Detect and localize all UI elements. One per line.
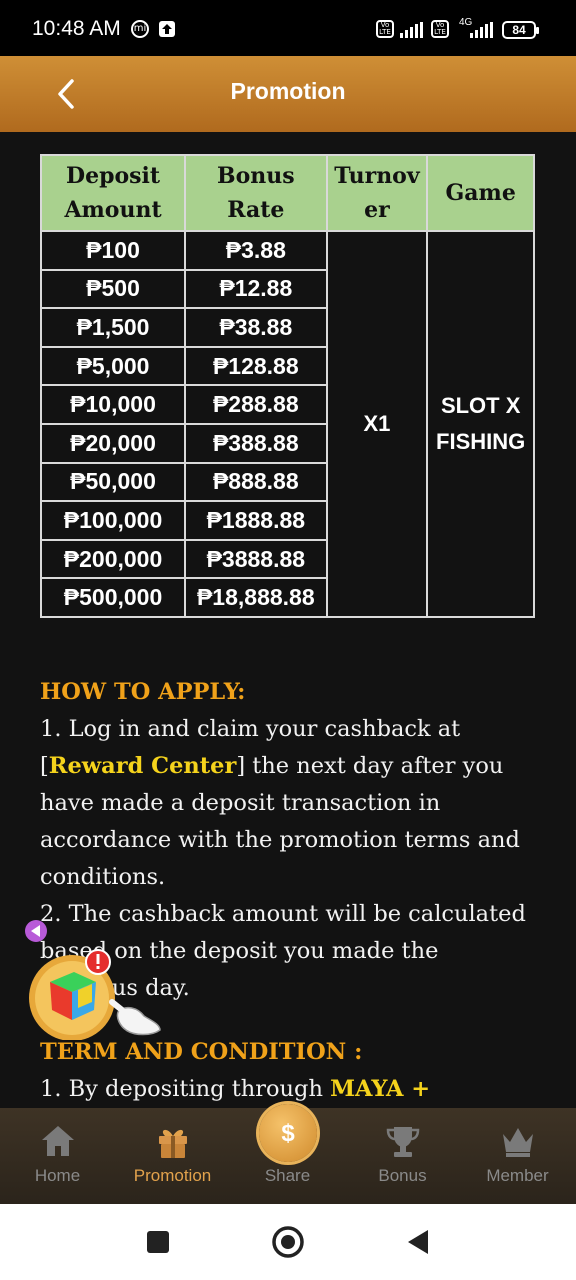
deposit-cell: ₱50,000 <box>39 461 187 503</box>
nav-member-label: Member <box>486 1166 549 1185</box>
nav-member[interactable]: Member <box>460 1108 575 1204</box>
nav-share-label: Share <box>264 1166 311 1185</box>
home-icon <box>42 1126 74 1156</box>
volte-icon-2: Vo LTE <box>431 20 449 38</box>
crown-icon <box>503 1128 533 1157</box>
deposit-cell: ₱200,000 <box>39 538 187 580</box>
bonus-cell: ₱38.88 <box>184 307 328 348</box>
header-game: Game <box>426 154 535 232</box>
bonus-cell: ₱1888.88 <box>184 500 328 541</box>
nav-bonus-label: Bonus <box>378 1166 427 1185</box>
deposit-cell: ₱500 <box>39 268 187 310</box>
nav-promotion-label: Promotion <box>133 1166 212 1185</box>
header-bonus-rate: Bonus Rate <box>184 154 328 232</box>
header-deposit-amount: Deposit Amount <box>39 154 187 232</box>
nav-home[interactable]: Home <box>0 1108 115 1204</box>
page-title: Promotion <box>230 78 346 104</box>
table-header-row: Deposit Amount Bonus Rate Turnov er Game <box>39 154 535 232</box>
bonus-cell: ₱388.88 <box>184 422 328 464</box>
deposit-cell: ₱20,000 <box>39 422 187 464</box>
nav-home-label: Home <box>34 1166 81 1185</box>
how-to-apply-heading: HOW TO APPLY: <box>40 679 246 705</box>
recents-button[interactable] <box>147 1231 169 1253</box>
reward-center-link[interactable]: Reward Center <box>49 753 237 779</box>
volte-icon: Vo LTE <box>376 20 394 38</box>
app-header: Promotion <box>0 56 576 132</box>
battery-icon: 84 <box>502 21 539 39</box>
system-navigation-bar <box>0 1204 576 1280</box>
status-time: 10:48 AM <box>32 17 121 40</box>
turnover-cell: X1 <box>325 230 429 618</box>
deposit-cell: ₱1,500 <box>39 307 187 348</box>
terms-item-1: 1. By depositing through MAYA + <box>40 1076 431 1102</box>
signal-icon <box>400 22 423 38</box>
header-turnover: Turnov er <box>325 154 429 232</box>
nav-promotion[interactable]: Promotion <box>115 1108 230 1204</box>
bonus-cell: ₱3888.88 <box>184 538 328 580</box>
gift-cube-icon <box>25 920 161 1041</box>
back-nav-button[interactable] <box>408 1230 428 1254</box>
deposit-cell: ₱100 <box>39 230 187 271</box>
money-bag-icon[interactable]: $ <box>259 1104 317 1162</box>
game-cell: SLOT X FISHING <box>426 230 535 618</box>
table-row: ₱100 ₱3.88 X1 SLOT X FISHING <box>39 230 535 618</box>
mi-notification-icon: mi <box>131 20 149 38</box>
bonus-cell: ₱3.88 <box>184 230 328 271</box>
bonus-table: Deposit Amount Bonus Rate Turnov er Game ₱… <box>39 154 535 618</box>
signal-icon-2 <box>470 22 493 38</box>
bonus-cell: ₱18,888.88 <box>184 577 328 618</box>
floating-reward-widget[interactable] <box>22 920 172 1041</box>
bonus-cell: ₱888.88 <box>184 461 328 503</box>
apply-step-1: 1. Log in and claim your cashback at [Re… <box>40 716 520 890</box>
promotion-rules: HOW TO APPLY: 1. Log in and claim your c… <box>40 674 540 1108</box>
bonus-cell: ₱128.88 <box>184 345 328 387</box>
trophy-icon <box>386 1127 420 1157</box>
deposit-cell: ₱10,000 <box>39 384 187 425</box>
gift-icon <box>159 1129 187 1158</box>
bonus-cell: ₱12.88 <box>184 268 328 310</box>
deposit-cell: ₱5,000 <box>39 345 187 387</box>
bonus-cell: ₱288.88 <box>184 384 328 425</box>
deposit-cell: ₱100,000 <box>39 500 187 541</box>
home-button[interactable] <box>272 1226 304 1258</box>
nav-bonus[interactable]: Bonus <box>345 1108 460 1204</box>
status-bar: 10:48 AM mi Vo LTE Vo LTE 4G 84 <box>0 0 576 56</box>
deposit-cell: ₱500,000 <box>39 577 187 618</box>
upload-icon <box>158 20 176 38</box>
